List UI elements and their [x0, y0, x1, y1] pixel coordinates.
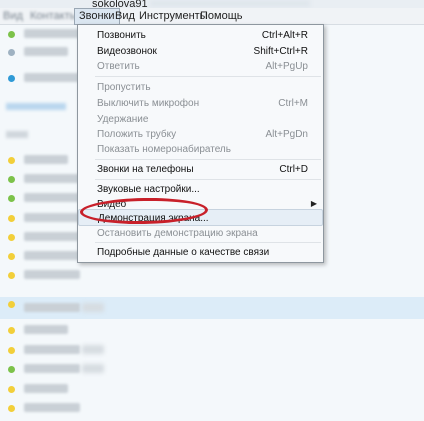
- menu-item-label: Положить трубку: [97, 129, 177, 140]
- menu-item-shortcut: Alt+PgUp: [265, 61, 308, 72]
- status-away-icon: [8, 215, 15, 222]
- menu-item-shortcut: Shift+Ctrl+R: [253, 46, 308, 57]
- status-online-icon: [8, 195, 15, 202]
- contact-name-blurred: [24, 325, 68, 334]
- menu-tools[interactable]: Инструменты: [139, 10, 208, 22]
- contact-name-blurred: [24, 47, 68, 56]
- menu-separator: [95, 179, 321, 180]
- status-away-icon: [8, 301, 15, 308]
- status-online-icon: [8, 31, 15, 38]
- section-header-blurred: [6, 131, 28, 138]
- contact-name-blurred: [24, 213, 80, 222]
- menu-item-label: Видеозвонок: [97, 46, 157, 57]
- menu-item-label: Позвонить: [97, 30, 146, 41]
- contacts-tab[interactable]: [0, 101, 80, 113]
- menu-item-shortcut: Ctrl+D: [279, 164, 308, 175]
- contact-name-blurred: [24, 29, 80, 38]
- list-item[interactable]: [0, 382, 424, 398]
- title-blur: [150, 0, 310, 7]
- menu-item-label: Ответить: [97, 61, 140, 72]
- menu-item-label: Пропустить: [97, 82, 151, 93]
- status-icon: [8, 49, 15, 56]
- contact-name-blurred: [24, 193, 80, 202]
- contacts-tab-blurred: [6, 103, 66, 110]
- menu-view-blurred[interactable]: Вид: [3, 10, 23, 22]
- status-away-icon: [8, 327, 15, 334]
- menu-calls[interactable]: Звонки: [74, 8, 120, 25]
- list-item[interactable]: [0, 323, 424, 339]
- menu-item-label: Удержание: [97, 114, 149, 125]
- contact-name-blurred: [24, 345, 80, 354]
- selected-contact-row[interactable]: [0, 297, 424, 319]
- contact-name-blurred: [24, 155, 68, 164]
- contact-name-blurred: [24, 364, 80, 373]
- status-away-icon: [8, 405, 15, 412]
- menu-separator: [95, 159, 321, 160]
- menu-bar: Вид Контакты Звонки Вид Инструменты Помо…: [0, 8, 424, 25]
- contact-name-blurred: [24, 174, 80, 183]
- contact-extra-blurred: [82, 345, 104, 354]
- submenu-arrow-icon: ▶: [310, 199, 317, 208]
- menu-item-show-dialpad[interactable]: Показать номеронабиратель: [78, 141, 323, 158]
- contact-extra-blurred: [82, 303, 104, 312]
- contact-name-blurred: [24, 73, 80, 82]
- menu-item-stop-screen-share[interactable]: Остановить демонстрацию экрана: [78, 225, 323, 242]
- status-away-icon: [8, 234, 15, 241]
- contact-name-blurred: [24, 232, 80, 241]
- menu-separator: [95, 242, 321, 243]
- menu-item-mute[interactable]: Выключить микрофон Ctrl+M: [78, 95, 323, 112]
- status-away-icon: [8, 157, 15, 164]
- status-away-icon: [8, 253, 15, 260]
- menu-item-call-quality[interactable]: Подробные данные о качестве связи: [78, 244, 323, 261]
- menu-item-label: Подробные данные о качестве связи: [97, 247, 270, 258]
- menu-item-label: Показать номеронабиратель: [97, 144, 231, 155]
- list-item[interactable]: [0, 362, 424, 378]
- contact-name-blurred: [24, 403, 80, 412]
- menu-item-shortcut: Ctrl+Alt+R: [261, 30, 308, 41]
- status-away-icon: [8, 386, 15, 393]
- menu-item-shortcut: Ctrl+M: [278, 98, 308, 109]
- menu-item-skip[interactable]: Пропустить: [78, 79, 323, 96]
- contact-name-blurred: [24, 303, 80, 312]
- menu-item-label: Остановить демонстрацию экрана: [97, 228, 258, 239]
- menu-view[interactable]: Вид: [115, 10, 135, 22]
- menu-item-label: Выключить микрофон: [97, 98, 200, 109]
- menu-contacts[interactable]: Контакты: [30, 10, 78, 22]
- menu-item-label: Звонки на телефоны: [97, 164, 194, 175]
- status-online-icon: [8, 176, 15, 183]
- menu-item-call[interactable]: Позвонить Ctrl+Alt+R: [78, 27, 323, 44]
- menu-item-answer[interactable]: Ответить Alt+PgUp: [78, 58, 323, 75]
- contact-name-blurred: [24, 251, 80, 260]
- menu-item-label: Звуковые настройки...: [97, 184, 200, 195]
- contact-name-blurred: [24, 384, 68, 393]
- status-online-icon: [8, 366, 15, 373]
- menu-help[interactable]: Помощь: [200, 10, 243, 22]
- list-item[interactable]: [0, 401, 424, 417]
- menu-separator: [95, 76, 321, 77]
- list-item[interactable]: [0, 268, 424, 284]
- calls-dropdown-menu: Позвонить Ctrl+Alt+R Видеозвонок Shift+C…: [77, 24, 324, 263]
- contact-name-blurred: [24, 270, 80, 279]
- status-away-icon: [8, 347, 15, 354]
- menu-item-shortcut: Alt+PgDn: [265, 129, 308, 140]
- contact-extra-blurred: [82, 364, 104, 373]
- group-icon: [8, 75, 15, 82]
- menu-item-call-phones[interactable]: Звонки на телефоны Ctrl+D: [78, 161, 323, 178]
- status-away-icon: [8, 272, 15, 279]
- list-item[interactable]: [0, 343, 424, 359]
